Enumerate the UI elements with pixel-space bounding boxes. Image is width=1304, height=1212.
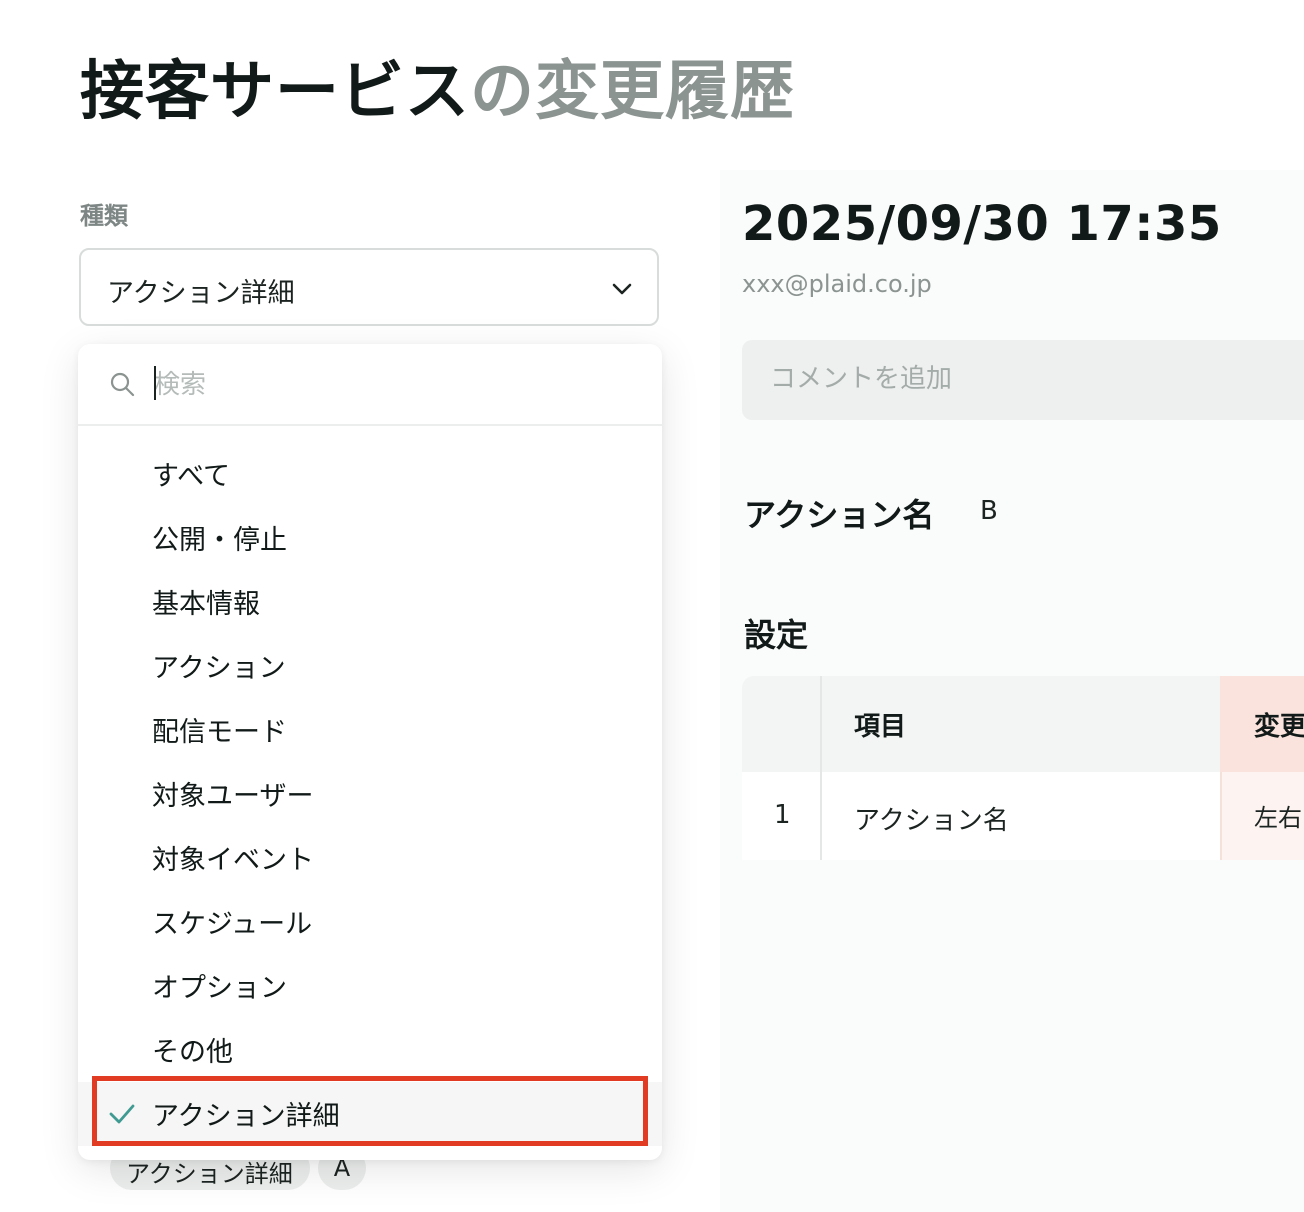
option-label: スケジュール [152, 909, 313, 940]
option-label: すべて [152, 461, 231, 492]
comment-input[interactable] [768, 356, 1292, 402]
option-label: 基本情報 [152, 589, 260, 620]
page-title: 接客サービスの変更履歴 [80, 50, 795, 134]
change-datetime: 2025/09/30 17:35 [742, 196, 1222, 252]
option-label: 配信モード [152, 717, 287, 748]
page-title-main: 接客サービス [80, 55, 470, 129]
action-name-label: アクション名 [744, 496, 935, 534]
option-schedule[interactable]: スケジュール [78, 890, 662, 954]
option-label: 公開・停止 [152, 525, 287, 556]
table-header: 項目 変更 [742, 676, 1304, 772]
text-caret [154, 366, 156, 400]
option-delivery-mode[interactable]: 配信モード [78, 698, 662, 762]
option-target-users[interactable]: 対象ユーザー [78, 762, 662, 826]
option-options[interactable]: オプション [78, 954, 662, 1018]
kind-filter-label: 種類 [80, 202, 128, 230]
row-number: 1 [774, 800, 791, 830]
table-row-divider [820, 772, 822, 860]
comment-box [742, 340, 1304, 420]
dropdown-search-input[interactable] [152, 362, 636, 408]
table-row: 1 アクション名 左右 [742, 772, 1304, 860]
chevron-down-icon [612, 283, 632, 295]
option-label: アクション詳細 [152, 1101, 340, 1132]
column-header-change-label: 変更 [1254, 712, 1304, 742]
option-publish-stop[interactable]: 公開・停止 [78, 506, 662, 570]
option-action[interactable]: アクション [78, 634, 662, 698]
option-label: 対象イベント [152, 845, 314, 876]
settings-table: 項目 変更 1 アクション名 左右 [742, 676, 1304, 860]
row-change-value: 左右 [1254, 804, 1302, 832]
column-header-change: 変更 [1220, 676, 1304, 772]
kind-dropdown-menu: すべて 公開・停止 基本情報 アクション 配信モード 対象ユーザー 対象イベント… [78, 344, 662, 1160]
kind-select-value: アクション詳細 [107, 278, 295, 309]
row-change: 左右 [1220, 772, 1304, 860]
option-label: アクション [152, 653, 286, 684]
column-header-item: 項目 [854, 712, 907, 742]
option-label: 対象ユーザー [152, 781, 314, 812]
check-icon [109, 1104, 135, 1124]
page-title-sub: の変更履歴 [470, 55, 795, 129]
option-all[interactable]: すべて [78, 442, 662, 506]
option-label: その他 [152, 1037, 233, 1068]
option-label: オプション [152, 973, 287, 1004]
action-name-value: B [980, 496, 998, 526]
option-basic-info[interactable]: 基本情報 [78, 570, 662, 634]
search-icon [110, 372, 135, 397]
change-author-email: xxx@plaid.co.jp [742, 270, 932, 298]
kind-select[interactable]: アクション詳細 [79, 248, 659, 326]
row-item: アクション名 [854, 806, 1009, 836]
option-action-detail[interactable]: アクション詳細 [78, 1082, 662, 1146]
option-target-events[interactable]: 対象イベント [78, 826, 662, 890]
dropdown-search [78, 344, 662, 426]
option-other[interactable]: その他 [78, 1018, 662, 1082]
settings-heading: 設定 [744, 616, 809, 654]
